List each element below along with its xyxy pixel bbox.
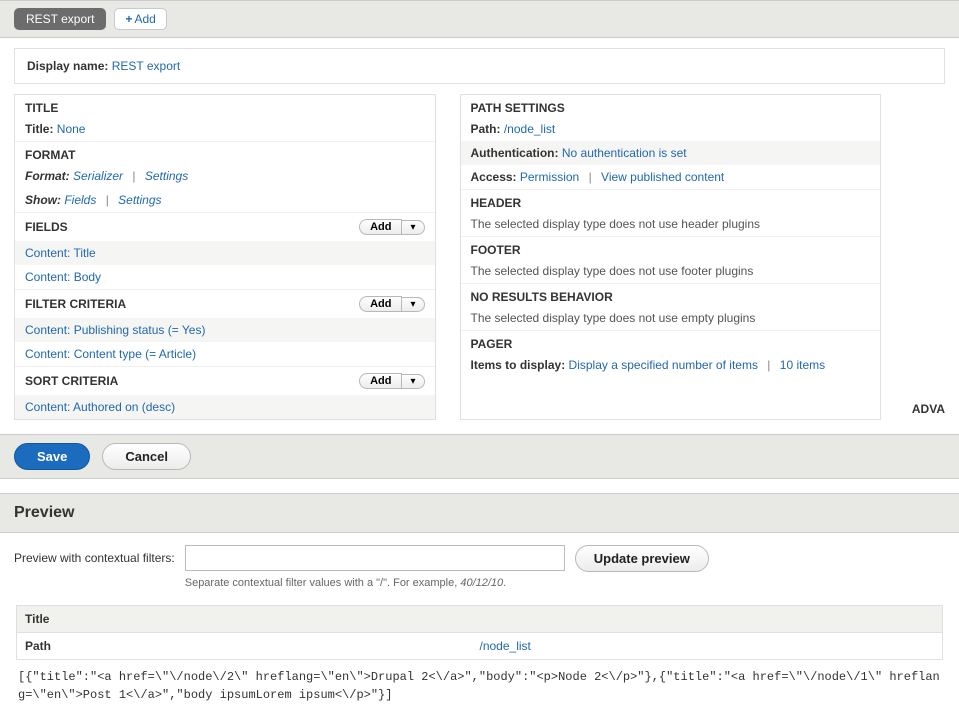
format-value[interactable]: Serializer <box>73 169 123 183</box>
fields-add-caret[interactable]: ▾ <box>402 220 424 235</box>
section-sort-criteria: SORT CRITERIA Add ▾ Content: Authored on… <box>15 367 435 419</box>
preview-body: Preview with contextual filters: Separat… <box>0 533 959 724</box>
caret-down-icon: ▾ <box>410 222 415 233</box>
advanced-column: ADVA <box>905 94 945 420</box>
contextual-filter-input[interactable] <box>185 545 565 571</box>
access-extra[interactable]: View published content <box>601 170 724 184</box>
sort-add-button[interactable]: Add <box>359 373 402 389</box>
add-display-button[interactable]: +Add <box>114 8 166 30</box>
section-heading-noresults: NO RESULTS BEHAVIOR <box>471 290 613 304</box>
pager-items-label: Items to display: <box>471 358 566 372</box>
contextual-filter-label: Preview with contextual filters: <box>14 545 175 565</box>
advanced-label[interactable]: ADVA <box>912 402 945 416</box>
filter-add-caret[interactable]: ▾ <box>402 297 424 312</box>
pager-items-value[interactable]: Display a specified number of items <box>569 358 758 372</box>
section-heading-sort: SORT CRITERIA <box>25 374 118 388</box>
pager-items-count[interactable]: 10 items <box>780 358 825 372</box>
footer-note: The selected display type does not use f… <box>461 259 881 283</box>
section-footer-plugins: FOOTER The selected display type does no… <box>461 237 881 284</box>
format-label: Format: <box>25 169 70 183</box>
field-item[interactable]: Content: Body <box>25 270 101 284</box>
section-heading-title: TITLE <box>25 101 58 115</box>
contextual-filter-hint: Separate contextual filter values with a… <box>185 577 565 589</box>
section-no-results: NO RESULTS BEHAVIOR The selected display… <box>461 284 881 331</box>
sort-item[interactable]: Content: Authored on (desc) <box>25 400 175 414</box>
fields-add-button[interactable]: Add <box>359 219 402 235</box>
section-heading-footer: FOOTER <box>471 243 521 257</box>
header-note: The selected display type does not use h… <box>461 212 881 236</box>
update-preview-button[interactable]: Update preview <box>575 545 709 572</box>
fields-add-dropdown: Add ▾ <box>359 219 424 235</box>
caret-down-icon: ▾ <box>410 376 415 387</box>
preview-path-value[interactable]: /node_list <box>480 639 531 653</box>
left-column: TITLE Title: None FORMAT Format: Seriali… <box>14 94 436 420</box>
auth-value[interactable]: No authentication is set <box>562 146 687 160</box>
save-button[interactable]: Save <box>14 443 90 470</box>
preview-path-col: Path <box>25 639 480 653</box>
tab-rest-export[interactable]: REST export <box>14 8 106 30</box>
title-label: Title: <box>25 122 53 136</box>
filter-add-button[interactable]: Add <box>359 296 402 312</box>
preview-heading: Preview <box>0 493 959 533</box>
section-heading-header: HEADER <box>471 196 522 210</box>
section-fields: FIELDS Add ▾ Content: Title Content: Bod… <box>15 213 435 290</box>
display-name-row: Display name: REST export <box>14 48 945 84</box>
settings-columns: TITLE Title: None FORMAT Format: Seriali… <box>14 94 945 420</box>
section-path-settings: PATH SETTINGS Path: /node_list Authentic… <box>461 95 881 190</box>
display-name-value[interactable]: REST export <box>112 59 180 73</box>
preview-table: Title Path /node_list [{"title":"<a href… <box>16 605 943 712</box>
show-label: Show: <box>25 193 61 207</box>
access-label: Access: <box>471 170 517 184</box>
show-settings-link[interactable]: Settings <box>118 193 161 207</box>
cancel-button[interactable]: Cancel <box>102 443 191 470</box>
section-heading-pager: PAGER <box>471 337 513 351</box>
sort-add-dropdown: Add ▾ <box>359 373 424 389</box>
sort-add-caret[interactable]: ▾ <box>402 374 424 389</box>
preview-path-row: Path /node_list <box>16 633 943 660</box>
preview-title-row: Title <box>16 605 943 633</box>
section-header-plugins: HEADER The selected display type does no… <box>461 190 881 237</box>
add-display-label: Add <box>135 12 156 26</box>
display-name-label: Display name: <box>27 59 108 73</box>
path-value[interactable]: /node_list <box>504 122 555 136</box>
noresults-note: The selected display type does not use e… <box>461 306 881 330</box>
auth-label: Authentication: <box>471 146 559 160</box>
section-title: TITLE Title: None <box>15 95 435 142</box>
access-value[interactable]: Permission <box>520 170 579 184</box>
path-label: Path: <box>471 122 501 136</box>
section-heading-fields: FIELDS <box>25 220 68 234</box>
format-settings-link[interactable]: Settings <box>145 169 188 183</box>
section-format: FORMAT Format: Serializer | Settings Sho… <box>15 142 435 213</box>
preview-json-output: [{"title":"<a href=\"\/node\/2\" hreflan… <box>16 660 943 712</box>
action-bar: Save Cancel <box>0 434 959 479</box>
right-column: PATH SETTINGS Path: /node_list Authentic… <box>460 94 882 420</box>
plus-icon: + <box>125 12 132 26</box>
contextual-filter-row: Preview with contextual filters: Separat… <box>14 545 945 589</box>
section-filter-criteria: FILTER CRITERIA Add ▾ Content: Publishin… <box>15 290 435 367</box>
section-heading-path: PATH SETTINGS <box>471 101 565 115</box>
main-area: Display name: REST export TITLE Title: N… <box>0 48 959 434</box>
caret-down-icon: ▾ <box>410 299 415 310</box>
field-item[interactable]: Content: Title <box>25 246 96 260</box>
show-value[interactable]: Fields <box>64 193 96 207</box>
title-value[interactable]: None <box>57 122 86 136</box>
filter-item[interactable]: Content: Publishing status (= Yes) <box>25 323 205 337</box>
section-heading-filter: FILTER CRITERIA <box>25 297 126 311</box>
filter-item[interactable]: Content: Content type (= Article) <box>25 347 196 361</box>
section-heading-format: FORMAT <box>25 148 75 162</box>
filter-add-dropdown: Add ▾ <box>359 296 424 312</box>
section-pager: PAGER Items to display: Display a specif… <box>461 331 881 377</box>
preview-title-col: Title <box>25 612 49 626</box>
display-tabs-bar: REST export +Add <box>0 0 959 38</box>
